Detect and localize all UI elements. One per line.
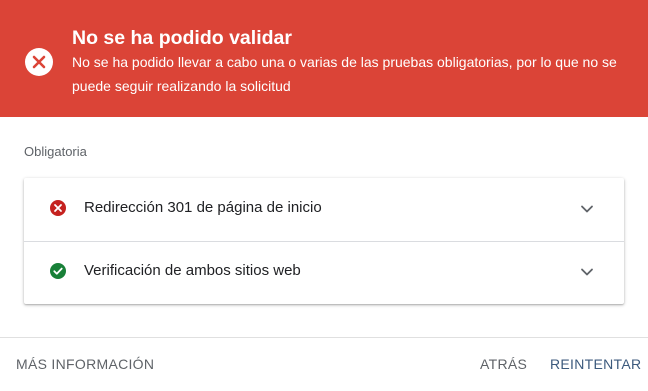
validation-dialog: No se ha podido validar No se ha podido …: [0, 0, 648, 391]
error-banner: No se ha podido validar No se ha podido …: [0, 0, 648, 117]
back-button[interactable]: ATRÁS: [480, 355, 527, 373]
more-info-button[interactable]: MÁS INFORMACIÓN: [16, 355, 154, 373]
section-label: Obligatoria: [24, 144, 87, 159]
check-label: Verificación de ambos sitios web: [84, 262, 301, 279]
check-circle-icon: [50, 263, 66, 279]
banner-message: No se ha podido llevar a cabo una o vari…: [72, 54, 617, 94]
chevron-down-icon[interactable]: [579, 264, 595, 280]
error-circle-icon: [50, 200, 66, 216]
banner-title: No se ha podido validar: [72, 27, 292, 49]
check-label: Redirección 301 de página de inicio: [84, 199, 322, 216]
chevron-down-icon[interactable]: [579, 201, 595, 217]
error-circle-icon: [25, 48, 53, 76]
check-row-sites[interactable]: Verificación de ambos sitios web: [24, 241, 624, 304]
retry-button[interactable]: REINTENTAR: [550, 355, 641, 373]
check-row-redirect[interactable]: Redirección 301 de página de inicio: [24, 178, 624, 241]
footer-divider: [0, 337, 648, 338]
checks-card: Redirección 301 de página de inicio Veri…: [24, 178, 624, 304]
